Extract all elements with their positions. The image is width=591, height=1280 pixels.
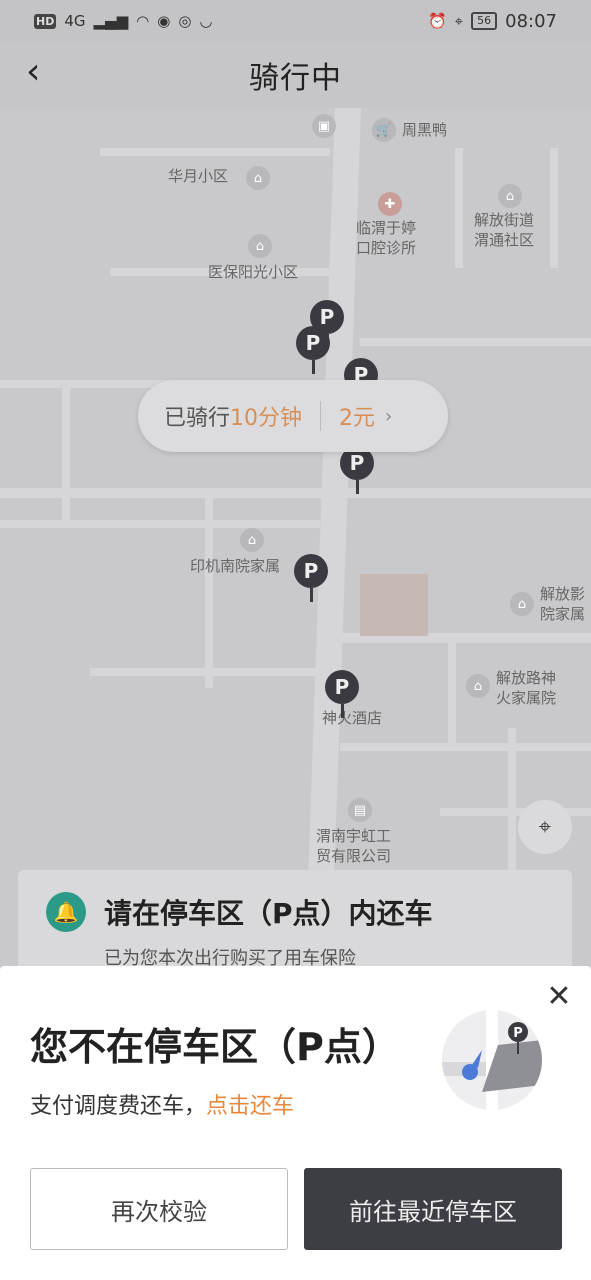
road-h4 (0, 488, 591, 498)
alarm-icon: ⏰ (427, 11, 447, 30)
svg-text:P: P (513, 1026, 523, 1041)
bell-icon: 🔔 (46, 892, 86, 932)
sheet-title: 您不在停车区（P点） (30, 1025, 400, 1069)
divider (320, 401, 322, 431)
poi-label: 周黑鸭 (402, 121, 448, 139)
poi-label: 医保阳光小区 (208, 263, 299, 281)
road-h1 (100, 148, 330, 156)
poi-label: 渭南宇虹工 (316, 827, 392, 845)
app-icon: ◡ (199, 11, 213, 30)
road-v6 (550, 148, 558, 268)
poi-label: 贸有限公司 (316, 847, 392, 865)
parking-pin[interactable]: P (296, 326, 330, 374)
qq-icon: ◉ (157, 11, 171, 30)
ride-info-bubble[interactable]: 已骑行 10分钟 2元 › (138, 380, 448, 452)
signal-label: 4G (64, 11, 86, 30)
road-v2 (205, 488, 213, 688)
poi-label: 解放路神 (496, 669, 557, 687)
sheet-subtitle-text: 支付调度费还车， (30, 1094, 207, 1119)
parking-p-icon: P (325, 670, 359, 704)
nav-header: ‹ 骑行中 (0, 42, 591, 108)
poi-label: 口腔诊所 (356, 239, 417, 257)
hd-badge: HD (34, 13, 57, 29)
notice-subtitle: 已为您本次出行购买了用车保险 (104, 948, 356, 968)
clinic-icon: ✚ (378, 192, 402, 216)
poi-label: 解放影 (540, 585, 586, 603)
building-block (360, 574, 428, 636)
residence-icon: ⌂ (466, 674, 490, 698)
poi-label: 临渭于婷 (356, 219, 417, 237)
bottom-sheet: ✕ 您不在停车区（P点） 支付调度费还车，点击还车 P 再次校验 前往最近停车区 (0, 966, 591, 1280)
battery-icon: 56 (471, 12, 498, 30)
pin-stem (309, 588, 313, 602)
signal-bars-icon: ▂▄▆ (93, 11, 129, 30)
parking-pin[interactable]: P (294, 554, 328, 602)
road-v4 (448, 643, 456, 743)
map-view[interactable]: ▣ 🛒 周黑鸭 ⌂ 华月小区 ✚ 临渭于婷 口腔诊所 ⌂ 解放街道 渭通社区 ⌂… (0, 108, 591, 968)
ride-prefix: 已骑行 (164, 406, 231, 431)
poi-label: 印机南院家属 (190, 557, 281, 575)
status-right: ⏰ ⌖ 56 08:07 (428, 11, 557, 32)
parking-p-icon: P (296, 326, 330, 360)
road-v3 (455, 148, 463, 268)
go-nearest-parking-button[interactable]: 前往最近停车区 (304, 1168, 562, 1250)
pin-stem (311, 360, 315, 374)
back-button[interactable]: ‹ (26, 54, 66, 94)
back-arrow-icon: ‹ (26, 51, 41, 92)
location-icon: ⌖ (454, 11, 464, 30)
pin-stem (340, 704, 344, 718)
ride-fare: 2元 (339, 406, 376, 431)
residence-icon: ⌂ (510, 592, 534, 616)
return-bike-link[interactable]: 点击还车 (206, 1094, 294, 1119)
locate-icon: ⌖ (538, 814, 552, 840)
poi-label: 解放街道 (474, 211, 535, 229)
close-icon: ✕ (546, 979, 572, 1014)
sheet-subtitle: 支付调度费还车，点击还车 (30, 1088, 294, 1120)
verify-again-button[interactable]: 再次校验 (30, 1168, 288, 1250)
residence-icon: ⌂ (498, 184, 522, 208)
ride-duration: 10分钟 (230, 406, 303, 431)
status-bar: HD 4G ▂▄▆ ◠ ◉ ◎ ◡ ⏰ ⌖ 56 08:07 (0, 0, 591, 42)
poi-label: 火家属院 (496, 689, 557, 707)
wifi-icon: ◠ (136, 11, 150, 30)
road-h8 (340, 743, 591, 751)
poi-label: 华月小区 (168, 167, 229, 185)
parking-pin[interactable]: P (340, 446, 374, 494)
residence-icon: ⌂ (240, 528, 264, 552)
close-button[interactable]: ✕ (544, 982, 574, 1012)
pin-stem (355, 480, 359, 494)
bus-stop-icon: ▣ (312, 114, 336, 138)
return-notice-card: 🔔 请在停车区（P点）内还车 已为您本次出行购买了用车保险 (18, 870, 572, 968)
notice-title: 请在停车区（P点）内还车 (104, 897, 433, 930)
road-h5 (0, 520, 320, 528)
shop-icon: 🛒 (372, 118, 396, 142)
poi-label: 渭通社区 (474, 231, 535, 249)
residence-icon: ⌂ (246, 166, 270, 190)
residence-icon: ⌂ (248, 234, 272, 258)
page-title: 骑行中 (249, 61, 342, 96)
mini-map-graphic: P (442, 1010, 542, 1110)
clock: 08:07 (505, 10, 557, 32)
building-icon: ▤ (348, 798, 372, 822)
parking-p-icon: P (294, 554, 328, 588)
wechat-icon: ◎ (178, 11, 192, 30)
notice-row: 🔔 请在停车区（P点）内还车 (46, 892, 544, 932)
road-v1 (62, 388, 70, 528)
chevron-right-icon: › (385, 405, 393, 427)
locate-button[interactable]: ⌖ (518, 800, 572, 854)
road-h9 (360, 338, 591, 346)
status-left: HD 4G ▂▄▆ ◠ ◉ ◎ ◡ (34, 11, 213, 30)
mini-map-icon: P (442, 1010, 542, 1110)
poi-label: 院家属 (540, 605, 586, 623)
parking-pin[interactable]: P (325, 670, 359, 718)
